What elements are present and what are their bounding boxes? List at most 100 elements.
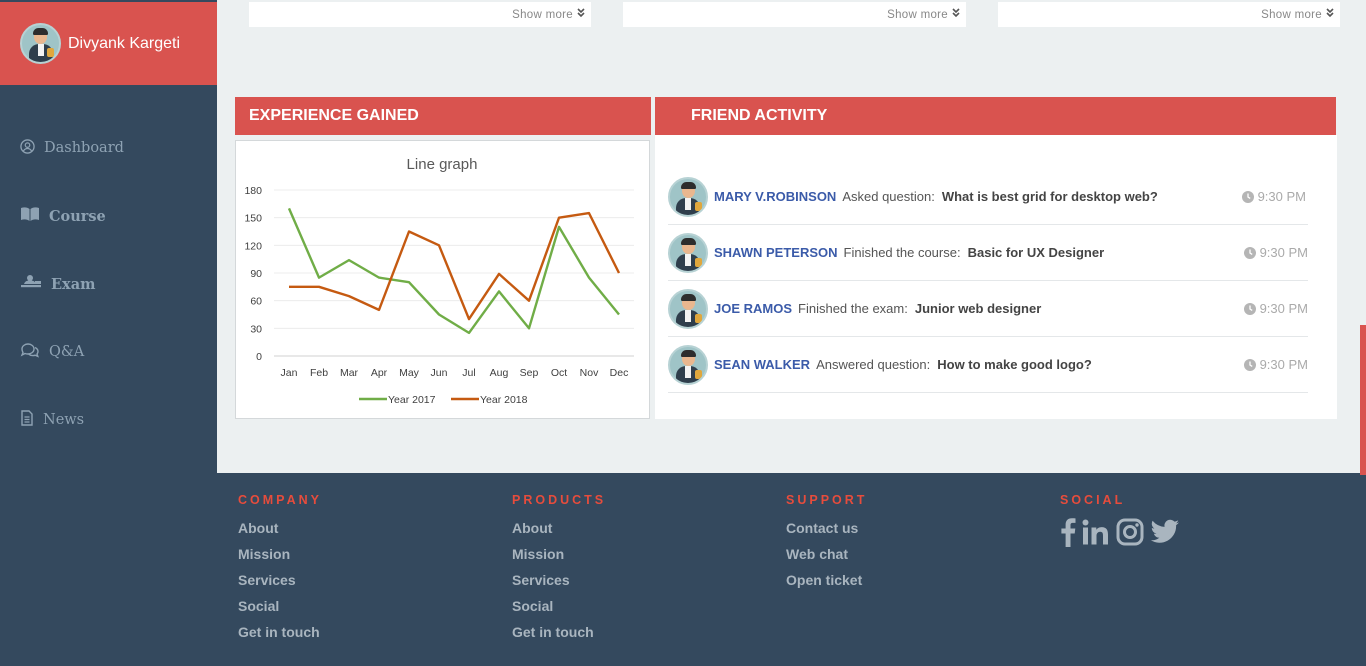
x-tick-label: Feb <box>310 367 328 379</box>
x-tick-label: Apr <box>371 367 388 379</box>
footer-link-mission[interactable]: Mission <box>512 546 606 572</box>
footer-heading: SUPPORT <box>786 493 868 507</box>
sidebar-item-label: Q&A <box>49 344 85 360</box>
x-tick-label: Nov <box>580 367 599 379</box>
footer-link-get-in-touch[interactable]: Get in touch <box>512 624 606 650</box>
profile-name: Divyank Kargeti <box>68 34 181 52</box>
footer-link-mission[interactable]: Mission <box>238 546 322 572</box>
activity-verb: Answered question: <box>816 357 931 372</box>
footer-link-services[interactable]: Services <box>512 572 606 598</box>
activity-verb: Finished the exam: <box>798 301 908 316</box>
sidebar-item-label: Exam <box>51 275 96 293</box>
chart-title: Line graph <box>407 156 478 173</box>
footer-link-about[interactable]: About <box>512 520 606 546</box>
sidebar-item-course[interactable]: Course <box>0 182 217 250</box>
footer-heading: SOCIAL <box>1060 493 1126 507</box>
friend-name[interactable]: SHAWN PETERSON <box>714 245 838 260</box>
x-tick-label: Aug <box>490 367 509 379</box>
footer-column-social: SOCIAL <box>1060 493 1186 547</box>
x-tick-label: Jun <box>431 367 448 379</box>
footer-link-social[interactable]: Social <box>238 598 322 624</box>
sidebar-item-qa[interactable]: Q&A <box>0 318 217 386</box>
x-tick-label: May <box>399 367 420 379</box>
activity-verb: Asked question: <box>842 189 935 204</box>
friend-avatar[interactable] <box>668 344 708 385</box>
footer-link-about[interactable]: About <box>238 520 322 546</box>
activity-item: SEAN WALKER Answered question: How to ma… <box>668 337 1308 393</box>
activity-time: 9:30 PM <box>1241 189 1306 204</box>
double-chevron-down-icon <box>577 8 585 21</box>
y-tick-label: 90 <box>250 268 262 280</box>
show-more-link[interactable]: Show more <box>512 8 585 21</box>
show-more-link[interactable]: Show more <box>887 8 960 21</box>
instagram-icon[interactable] <box>1116 518 1144 546</box>
experience-chart-box: Line graph 0 30 60 90 120 150 180 Jan Feb Mar Apr Ma… <box>235 140 650 419</box>
footer-link-services[interactable]: Services <box>238 572 322 598</box>
exam-icon <box>20 274 51 294</box>
activity-item: SHAWN PETERSON Finished the course: Basi… <box>668 225 1308 281</box>
twitter-icon[interactable] <box>1150 519 1180 545</box>
footer-link-get-in-touch[interactable]: Get in touch <box>238 624 322 650</box>
x-tick-label: Sep <box>520 367 539 379</box>
footer-link-social[interactable]: Social <box>512 598 606 624</box>
footer-heading: COMPANY <box>238 493 322 507</box>
activity-time: 9:30 PM <box>1243 357 1308 372</box>
sidebar-item-dashboard[interactable]: Dashboard <box>0 114 217 182</box>
line-chart: Line graph 0 30 60 90 120 150 180 Jan Feb Mar Apr Ma… <box>244 156 634 406</box>
show-more-link[interactable]: Show more <box>1261 8 1334 21</box>
summary-card: Show more <box>249 2 591 27</box>
clock-icon <box>1243 358 1256 371</box>
sidebar-item-label: News <box>43 412 85 428</box>
activity-verb: Finished the course: <box>843 245 961 260</box>
y-tick-label: 30 <box>250 323 262 335</box>
social-icons <box>1060 517 1186 547</box>
scrollbar[interactable] <box>1360 325 1366 475</box>
friend-avatar[interactable] <box>668 288 708 329</box>
footer: COMPANY About Mission Services Social Ge… <box>0 473 1366 666</box>
y-tick-label: 120 <box>244 240 262 252</box>
clock-icon <box>1243 302 1256 315</box>
activity-item: MARY V.ROBINSON Asked question: What is … <box>668 169 1308 225</box>
profile-header[interactable]: Divyank Kargeti <box>0 2 217 85</box>
user-circle-icon <box>20 138 44 158</box>
friend-activity-header: FRIEND ACTIVITY <box>655 97 1336 135</box>
experience-header: EXPERIENCE GAINED <box>235 97 651 135</box>
legend-label: Year 2017 <box>388 394 436 406</box>
time-label: 9:30 PM <box>1259 357 1308 372</box>
clock-icon <box>1243 246 1256 259</box>
experience-title: EXPERIENCE GAINED <box>249 107 419 124</box>
activity-object[interactable]: What is best grid for desktop web? <box>942 189 1158 204</box>
y-tick-label: 150 <box>244 213 262 225</box>
sidebar-nav: Dashboard Course Exam Q&A News <box>0 114 217 454</box>
footer-heading: PRODUCTS <box>512 493 607 507</box>
x-tick-label: Dec <box>610 367 629 379</box>
avatar <box>20 23 61 64</box>
book-icon <box>20 206 49 226</box>
friend-avatar[interactable] <box>668 176 708 217</box>
footer-link-contact-us[interactable]: Contact us <box>786 520 867 546</box>
friend-name[interactable]: MARY V.ROBINSON <box>714 189 836 204</box>
activity-object[interactable]: Junior web designer <box>915 301 1041 316</box>
sidebar: Divyank Kargeti Dashboard Course Exam Q&… <box>0 0 217 474</box>
friend-name[interactable]: SEAN WALKER <box>714 357 810 372</box>
footer-link-web-chat[interactable]: Web chat <box>786 546 867 572</box>
activity-object[interactable]: How to make good logo? <box>937 357 1092 372</box>
linkedin-icon[interactable] <box>1082 519 1110 545</box>
friend-name[interactable]: JOE RAMOS <box>714 301 792 316</box>
friend-avatar[interactable] <box>668 232 708 273</box>
series-line-1 <box>287 207 620 335</box>
sidebar-item-exam[interactable]: Exam <box>0 250 217 318</box>
time-label: 9:30 PM <box>1257 189 1306 204</box>
activity-item: JOE RAMOS Finished the exam: Junior web … <box>668 281 1308 337</box>
document-icon <box>20 410 43 430</box>
summary-card: Show more <box>623 2 966 27</box>
activity-object[interactable]: Basic for UX Designer <box>968 245 1105 260</box>
sidebar-item-news[interactable]: News <box>0 386 217 454</box>
footer-column-products: PRODUCTS About Mission Services Social G… <box>512 493 606 650</box>
activity-time: 9:30 PM <box>1243 301 1308 316</box>
footer-link-open-ticket[interactable]: Open ticket <box>786 572 867 598</box>
y-tick-label: 60 <box>250 296 262 308</box>
x-tick-label: Jul <box>462 367 475 379</box>
facebook-icon[interactable] <box>1060 517 1076 547</box>
double-chevron-down-icon <box>952 8 960 21</box>
